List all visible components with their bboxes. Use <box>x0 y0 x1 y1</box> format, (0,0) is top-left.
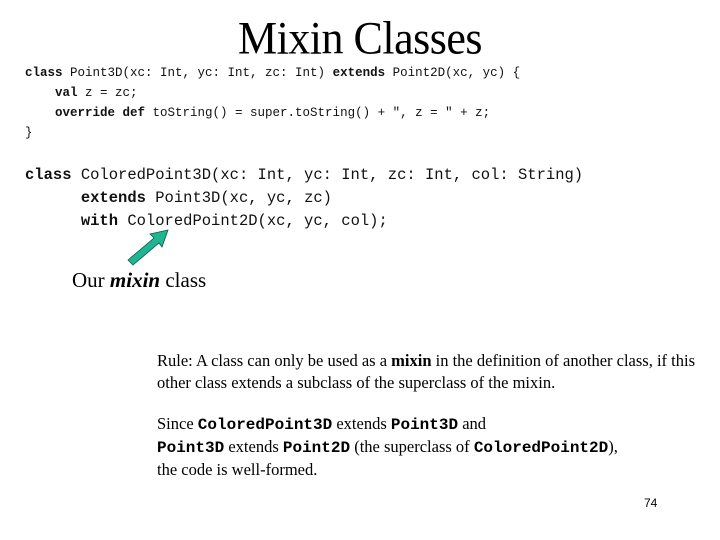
rule-paragraph: Rule: A class can only be used as a mixi… <box>157 350 707 394</box>
code-text: Point2D(xc, yc) { <box>385 66 521 80</box>
mixin-annotation: Our mixin class <box>72 266 206 294</box>
code-keyword: class <box>25 166 72 184</box>
rule-bold-term: mixin <box>391 351 432 370</box>
explanation-paragraph: Since ColoredPoint3D extends Point3D and… <box>157 413 717 481</box>
code-text: Point3D(xc: Int, yc: Int, zc: Int) <box>62 66 333 80</box>
class-name: ColoredPoint2D <box>473 439 609 457</box>
explanation-text: (the superclass of <box>350 437 474 456</box>
code-keyword: val <box>55 86 78 100</box>
class-name: Point3D <box>390 416 459 434</box>
page-number: 74 <box>644 496 658 510</box>
class-name: ColoredPoint3D <box>197 416 333 434</box>
explanation-text: Since <box>157 414 198 433</box>
annotation-emphasis: mixin <box>109 268 161 292</box>
code-line: extends Point3D(xc, yc, zc) <box>25 187 583 210</box>
class-name: Point2D <box>282 439 351 457</box>
annotation-prefix: Our <box>72 268 110 292</box>
code-line: class ColoredPoint3D(xc: Int, yc: Int, z… <box>25 164 583 187</box>
code-keyword: with <box>80 212 119 230</box>
code-keyword: extends <box>80 189 146 207</box>
code-keyword: override def <box>55 106 146 120</box>
annotation-suffix: class <box>160 268 207 292</box>
class-name: Point3D <box>157 439 225 457</box>
code-keyword: class <box>25 66 63 80</box>
explanation-text: and <box>458 414 487 433</box>
rule-prefix: Rule: A class can only be used as a <box>157 351 392 370</box>
code-text: z = zc; <box>77 86 138 100</box>
explanation-text: ), <box>608 437 618 456</box>
explanation-text: extends <box>224 437 283 456</box>
code-line: val z = zc; <box>25 83 520 103</box>
arrow-shape <box>127 229 169 266</box>
code-line: with ColoredPoint2D(xc, yc, col); <box>25 210 583 233</box>
code-block-point3d: class Point3D(xc: Int, yc: Int, zc: Int)… <box>25 63 520 143</box>
slide-title: Mixin Classes <box>237 12 483 65</box>
code-text: ColoredPoint3D(xc: Int, yc: Int, zc: Int… <box>71 166 584 184</box>
code-line: class Point3D(xc: Int, yc: Int, zc: Int)… <box>25 63 520 83</box>
code-text: } <box>25 126 33 140</box>
code-text: toString() = super.toString() + ", z = "… <box>145 106 491 120</box>
explanation-text: the code is well-formed. <box>157 460 318 479</box>
code-line: override def toString() = super.toString… <box>25 103 520 123</box>
code-text: Point3D(xc, yc, zc) <box>145 189 332 207</box>
code-block-coloredpoint3d: class ColoredPoint3D(xc: Int, yc: Int, z… <box>25 164 583 233</box>
explanation-text: extends <box>332 414 391 433</box>
code-line: } <box>25 123 520 143</box>
arrow-up-right-icon <box>127 229 169 266</box>
code-keyword: extends <box>332 66 386 80</box>
